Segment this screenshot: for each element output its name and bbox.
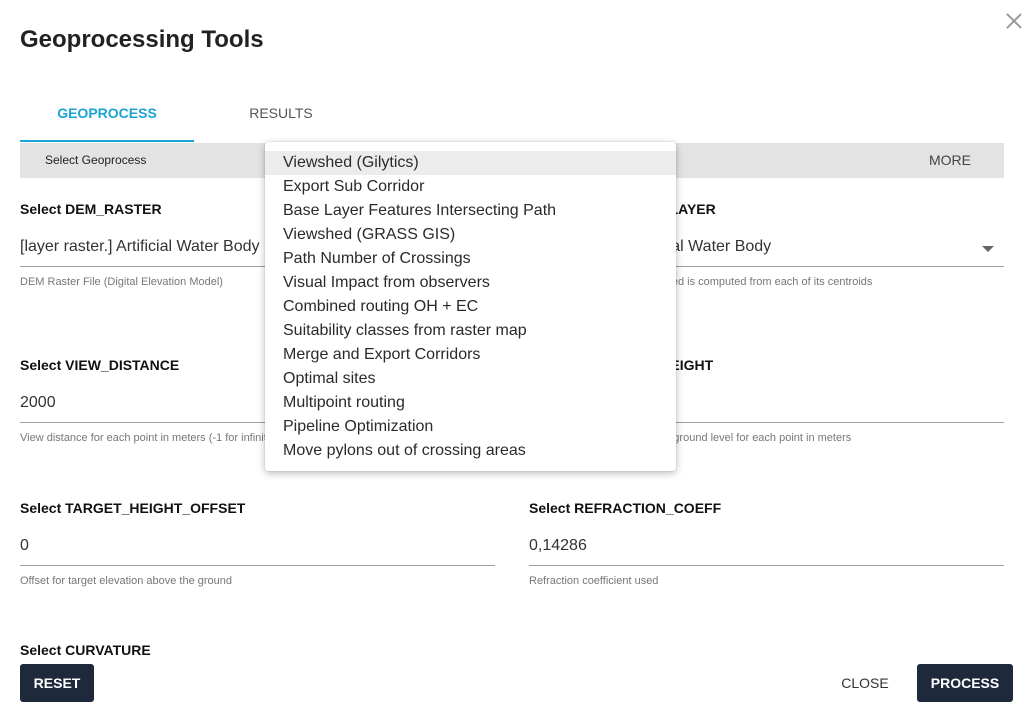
menu-item[interactable]: Viewshed (GRASS GIS) — [265, 223, 676, 247]
menu-item[interactable]: Path Number of Crossings — [265, 247, 676, 271]
refraction-help: Refraction coefficient used — [529, 575, 659, 587]
target-height-label: Select TARGET_HEIGHT_OFFSET — [20, 500, 246, 516]
dialog-title: Geoprocessing Tools — [20, 26, 264, 53]
menu-item[interactable]: Viewshed (Gilytics) — [265, 151, 676, 175]
menu-item[interactable]: Pipeline Optimization — [265, 415, 676, 439]
menu-item[interactable]: Suitability classes from raster map — [265, 319, 676, 343]
menu-item[interactable]: Optimal sites — [265, 367, 676, 391]
more-button[interactable]: MORE — [929, 143, 971, 178]
close-button[interactable]: CLOSE — [830, 664, 900, 702]
tab-results[interactable]: RESULTS — [214, 86, 348, 142]
menu-item[interactable]: Combined routing OH + EC — [265, 295, 676, 319]
target-height-help: Offset for target elevation above the gr… — [20, 575, 232, 587]
refraction-label: Select REFRACTION_COEFF — [529, 500, 722, 516]
menu-item[interactable]: Multipoint routing — [265, 391, 676, 415]
tab-bar: GEOPROCESS RESULTS — [20, 86, 380, 142]
close-icon[interactable] — [1003, 10, 1024, 32]
target-height-input[interactable]: 0 — [20, 526, 495, 566]
chevron-down-icon[interactable] — [982, 246, 994, 252]
menu-item[interactable]: Export Sub Corridor — [265, 175, 676, 199]
menu-item[interactable]: Move pylons out of crossing areas — [265, 439, 676, 463]
tab-geoprocess[interactable]: GEOPROCESS — [20, 86, 194, 142]
process-button[interactable]: PROCESS — [917, 664, 1013, 702]
refraction-input[interactable]: 0,14286 — [529, 526, 1004, 566]
menu-item[interactable]: Visual Impact from observers — [265, 271, 676, 295]
reset-button[interactable]: RESET — [20, 664, 94, 702]
menu-item[interactable]: Base Layer Features Intersecting Path — [265, 199, 676, 223]
geoprocessing-dialog: Geoprocessing Tools GEOPROCESS RESULTS S… — [0, 0, 1024, 704]
geoprocess-dropdown-menu: Viewshed (Gilytics) Export Sub Corridor … — [265, 142, 676, 471]
menu-item[interactable]: Merge and Export Corridors — [265, 343, 676, 367]
dem-raster-label: Select DEM_RASTER — [20, 201, 162, 217]
select-geoprocess-label[interactable]: Select Geoprocess — [45, 143, 146, 178]
view-distance-label: Select VIEW_DISTANCE — [20, 357, 180, 373]
